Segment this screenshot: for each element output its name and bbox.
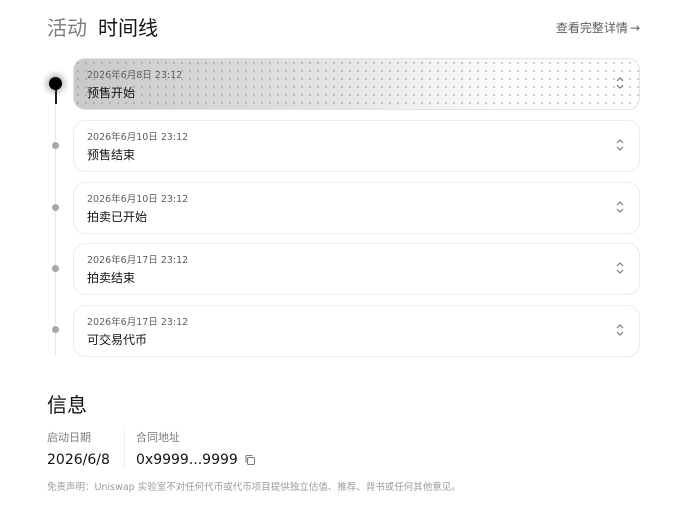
info-section-title: 信息 <box>47 393 87 417</box>
timeline-card-auction-start[interactable]: 2026年6月10日 23:12 拍卖已开始 <box>73 182 640 234</box>
copy-icon[interactable] <box>244 454 256 466</box>
expand-chevron-icon[interactable] <box>615 75 625 91</box>
timeline-title: 拍卖已开始 <box>87 210 148 224</box>
info-divider <box>124 430 125 468</box>
timeline-dot <box>52 265 59 272</box>
timeline-dot <box>52 204 59 211</box>
timeline-dot-active <box>49 77 62 90</box>
tab-timeline[interactable]: 时间线 <box>98 14 158 42</box>
expand-chevron-icon[interactable] <box>615 322 625 338</box>
timeline-title: 拍卖结束 <box>87 271 136 285</box>
expand-chevron-icon[interactable] <box>615 199 625 215</box>
tab-activity[interactable]: 活动 <box>47 14 87 42</box>
timeline-card-auction-end[interactable]: 2026年6月17日 23:12 拍卖结束 <box>73 243 640 295</box>
timeline-date: 2026年6月10日 23:12 <box>87 194 189 205</box>
timeline-card-presale-end[interactable]: 2026年6月10日 23:12 预售结束 <box>73 120 640 172</box>
arrow-right-icon: → <box>629 21 640 35</box>
timeline-card-tradable[interactable]: 2026年6月17日 23:12 可交易代币 <box>73 305 640 357</box>
timeline-title: 预售开始 <box>87 86 136 100</box>
launch-date-value: 2026/6/8 <box>47 452 110 468</box>
timeline-card-presale-start[interactable]: 2026年6月8日 23:12 预售开始 <box>73 58 640 110</box>
view-full-details-link[interactable]: 查看完整详情 → <box>556 19 640 37</box>
timeline-date: 2026年6月8日 23:12 <box>87 70 183 81</box>
timeline-title: 可交易代币 <box>87 333 148 347</box>
disclaimer: 免责声明：Uniswap 实验室不对任何代币或代币项目提供独立估值、推荐、背书或… <box>47 482 461 493</box>
timeline-dot <box>52 142 59 149</box>
launch-date-label: 启动日期 <box>47 431 91 444</box>
contract-address-value: 0x9999...9999 <box>136 452 238 468</box>
launch-date-block: 启动日期 2026/6/8 <box>47 431 110 470</box>
view-full-details-label: 查看完整详情 <box>555 21 628 35</box>
expand-chevron-icon[interactable] <box>615 260 625 276</box>
contract-address-label: 合同地址 <box>136 431 180 444</box>
timeline-title: 预售结束 <box>87 148 136 162</box>
timeline-date: 2026年6月10日 23:12 <box>87 132 189 143</box>
timeline-dot <box>52 326 59 333</box>
contract-address-row: 0x9999...9999 <box>136 450 256 470</box>
timeline: 2026年6月8日 23:12 预售开始 2026年6月10日 23:12 预售… <box>45 58 645 358</box>
contract-address-block: 合同地址 0x9999...9999 <box>136 431 256 470</box>
timeline-header: 活动 时间线 查看完整详情 → <box>47 14 640 42</box>
expand-chevron-icon[interactable] <box>615 137 625 153</box>
timeline-date: 2026年6月17日 23:12 <box>87 255 189 266</box>
timeline-rail <box>55 84 56 356</box>
timeline-date: 2026年6月17日 23:12 <box>87 317 189 328</box>
